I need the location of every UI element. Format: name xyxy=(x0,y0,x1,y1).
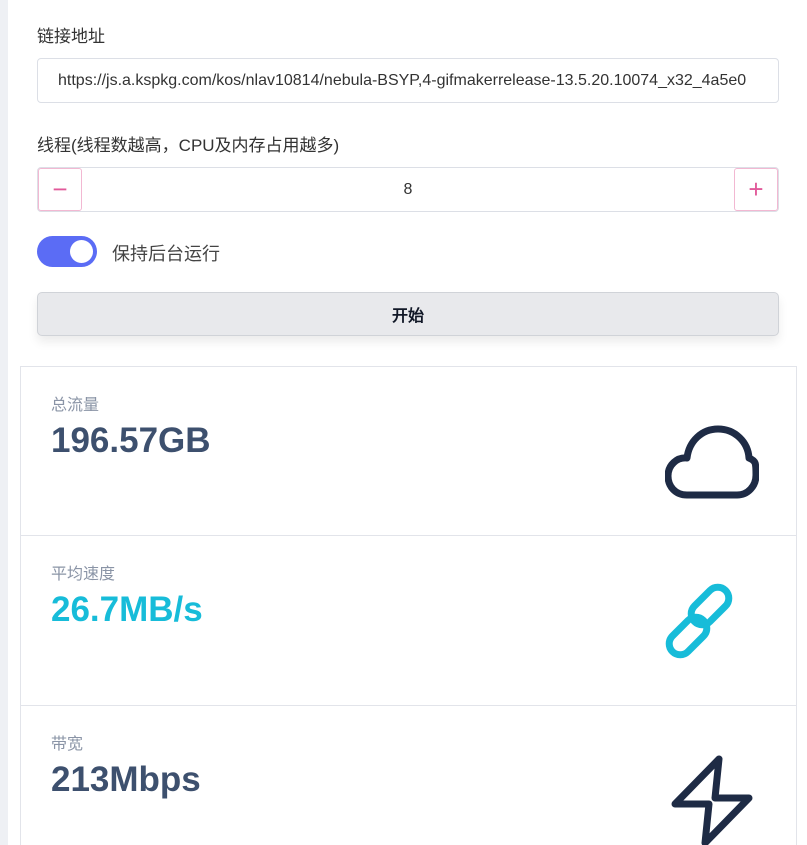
keep-background-toggle[interactable] xyxy=(37,236,97,267)
start-button[interactable]: 开始 xyxy=(37,292,779,336)
toggle-knob xyxy=(70,240,93,263)
stat-title: 带宽 xyxy=(51,736,84,753)
stat-card-bandwidth: 带宽 213Mbps xyxy=(20,705,797,845)
stat-value: 196.57GB xyxy=(51,421,211,460)
threads-label: 线程(线程数越高，CPU及内存占用越多) xyxy=(37,136,340,155)
link-icon xyxy=(665,583,733,659)
url-input[interactable] xyxy=(37,58,779,103)
left-edge xyxy=(0,0,8,845)
cloud-icon xyxy=(665,425,759,499)
stat-value: 26.7MB/s xyxy=(51,590,203,629)
threads-value[interactable]: 8 xyxy=(82,168,734,211)
stat-value: 213Mbps xyxy=(51,760,201,799)
threads-stepper: − 8 + xyxy=(37,167,779,212)
page: 链接地址 线程(线程数越高，CPU及内存占用越多) − 8 + 保持后台运行 开… xyxy=(0,0,807,845)
stat-card-average-speed: 平均速度 26.7MB/s xyxy=(20,535,797,706)
decrement-button[interactable]: − xyxy=(38,168,82,211)
increment-button[interactable]: + xyxy=(734,168,778,211)
keep-background-label: 保持后台运行 xyxy=(112,244,220,264)
stat-card-total-traffic: 总流量 196.57GB xyxy=(20,366,797,536)
stat-title: 平均速度 xyxy=(51,566,116,583)
url-label: 链接地址 xyxy=(37,27,105,46)
lightning-icon xyxy=(671,755,753,845)
stat-title: 总流量 xyxy=(51,397,100,414)
